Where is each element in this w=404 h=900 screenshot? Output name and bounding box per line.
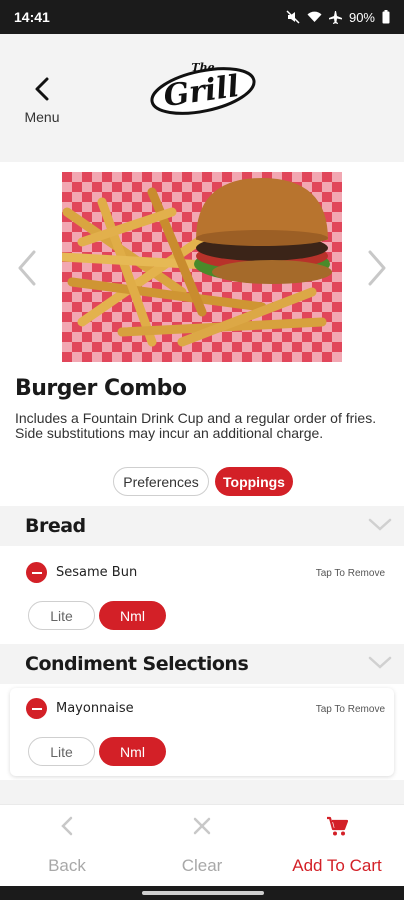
option-row: Sesame Bun (26, 562, 137, 583)
tab-toppings[interactable]: Toppings (215, 467, 293, 496)
chevron-left-icon (61, 816, 73, 836)
home-indicator[interactable] (142, 891, 264, 895)
option-row: Mayonnaise (26, 698, 134, 719)
option-card-mayonnaise: Mayonnaise Tap To Remove Lite Nml (10, 688, 394, 776)
portion-normal-button[interactable]: Nml (99, 601, 166, 630)
tab-preferences[interactable]: Preferences (113, 467, 209, 496)
carousel-next-icon[interactable] (366, 248, 390, 288)
status-time: 14:41 (14, 9, 50, 25)
cart-icon (327, 816, 349, 836)
item-title: Burger Combo (15, 376, 187, 401)
add-to-cart-label: Add To Cart (292, 856, 382, 875)
chevron-left-icon (35, 77, 49, 101)
section-header-bread[interactable]: Bread (0, 506, 404, 546)
item-description: Includes a Fountain Drink Cup and a regu… (15, 410, 377, 441)
back-label: Back (48, 856, 86, 875)
chevron-down-icon (368, 518, 392, 531)
battery-level: 90% (348, 9, 375, 25)
tap-to-remove-hint: Tap To Remove (315, 704, 385, 715)
menu-back-label: Menu (24, 109, 60, 125)
add-to-cart-button[interactable]: Add To Cart (270, 815, 404, 876)
clear-button[interactable]: Clear (135, 815, 269, 876)
next-section-peek (0, 780, 404, 804)
modifier-tabs: Preferences Toppings (113, 467, 293, 496)
section-header-condiments[interactable]: Condiment Selections (0, 644, 404, 684)
wifi-icon (307, 11, 322, 22)
portion-lite-button[interactable]: Lite (28, 601, 95, 630)
portion-selector: Lite Nml (28, 737, 166, 766)
option-name: Sesame Bun (56, 565, 138, 580)
option-name: Mayonnaise (56, 701, 134, 716)
portion-selector: Lite Nml (28, 601, 166, 630)
app-header: Menu The Grill (0, 34, 404, 162)
tap-to-remove-hint: Tap To Remove (315, 568, 385, 579)
carousel-prev-icon[interactable] (14, 248, 38, 288)
chevron-down-icon (368, 656, 392, 669)
back-button[interactable]: Back (0, 815, 134, 876)
portion-lite-button[interactable]: Lite (28, 737, 95, 766)
item-photo (62, 172, 342, 362)
close-icon (193, 817, 211, 835)
bottom-action-bar: Back Clear Add To Cart (0, 804, 404, 886)
portion-normal-button[interactable]: Nml (99, 737, 166, 766)
remove-option-button[interactable] (26, 698, 47, 719)
system-nav-bar (0, 886, 404, 900)
the-grill-logo: The Grill (150, 61, 256, 115)
logo-grill-text: Grill (161, 69, 241, 114)
status-icons: 90% (286, 10, 390, 25)
menu-back-button[interactable]: Menu (20, 76, 64, 125)
section-title: Condiment Selections (25, 653, 249, 675)
battery-icon (382, 10, 390, 24)
airplane-icon (328, 10, 342, 24)
mute-icon (286, 10, 300, 24)
remove-option-button[interactable] (26, 562, 47, 583)
clear-label: Clear (181, 856, 223, 875)
option-card-sesame-bun: Sesame Bun Tap To Remove Lite Nml (10, 552, 394, 638)
section-title: Bread (25, 515, 86, 537)
status-bar: 14:41 90% (0, 0, 404, 34)
burger (194, 178, 332, 284)
